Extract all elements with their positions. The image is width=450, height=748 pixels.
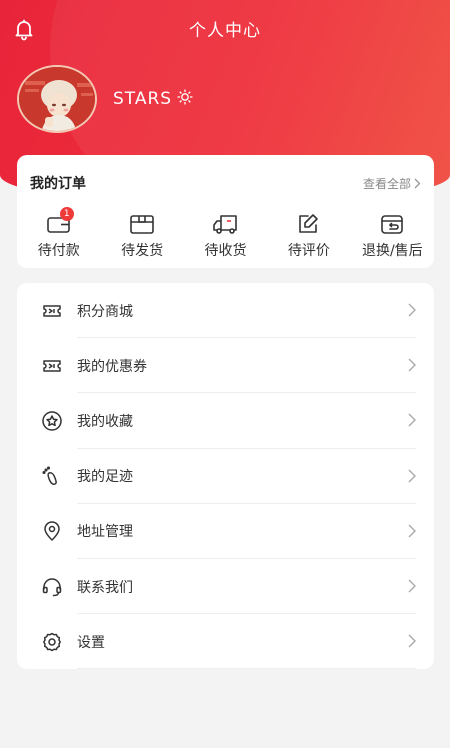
menu-label: 我的收藏 xyxy=(77,413,133,430)
chevron-right-icon xyxy=(408,358,416,372)
order-label: 退换/售后 xyxy=(361,243,423,259)
headset-icon xyxy=(41,576,63,598)
chevron-right-icon xyxy=(408,469,416,483)
order-label: 待发货 xyxy=(121,243,164,259)
ticket-icon xyxy=(41,300,63,322)
package-icon xyxy=(130,215,154,234)
page-title: 个人中心 xyxy=(189,20,261,41)
menu-label: 地址管理 xyxy=(77,524,133,541)
chevron-right-icon xyxy=(408,634,416,648)
order-status-row: 1 待付款 待发货 待收货 待评价 退换/售后 xyxy=(17,205,434,265)
chevron-right-icon xyxy=(414,178,421,188)
order-label: 待收货 xyxy=(204,243,247,259)
sun-icon xyxy=(176,88,194,111)
order-label: 待评价 xyxy=(287,243,330,259)
orders-header: 我的订单 查看全部 xyxy=(17,155,434,211)
order-pending-payment[interactable]: 1 待付款 xyxy=(17,205,100,265)
chevron-right-icon xyxy=(408,579,416,593)
top-bar: 个人中心 xyxy=(0,0,450,56)
menu-label: 联系我们 xyxy=(77,579,133,596)
bell-icon[interactable] xyxy=(12,17,36,41)
menu-item-my-favorites[interactable]: 我的收藏 xyxy=(17,393,434,449)
menu-label: 设置 xyxy=(77,634,105,651)
menu-item-my-footprints[interactable]: 我的足迹 xyxy=(17,449,434,504)
orders-title: 我的订单 xyxy=(30,176,86,192)
divider xyxy=(77,668,416,670)
menu-label: 我的优惠券 xyxy=(77,358,147,375)
order-pending-receipt[interactable]: 待收货 xyxy=(184,205,267,265)
order-pending-review[interactable]: 待评价 xyxy=(267,205,350,265)
star-icon xyxy=(41,410,63,432)
orders-card: 我的订单 查看全部 1 待付款 待发货 待收货 待评价 退换/售后 xyxy=(17,155,434,268)
coupon-icon xyxy=(41,355,63,377)
chevron-right-icon xyxy=(408,524,416,538)
username: STARS xyxy=(113,88,194,111)
menu-item-my-coupons[interactable]: 我的优惠券 xyxy=(17,338,434,394)
location-icon xyxy=(41,520,63,542)
menu-label: 积分商城 xyxy=(77,303,133,320)
menu-item-contact-us[interactable]: 联系我们 xyxy=(17,559,434,615)
avatar[interactable] xyxy=(17,65,97,133)
truck-icon xyxy=(212,215,237,234)
menu-card: 积分商城 我的优惠券 我的收藏 我的足迹 地址管理 联系我们 设置 xyxy=(17,283,434,670)
username-text: STARS xyxy=(113,89,173,109)
order-after-sales[interactable]: 退换/售后 xyxy=(351,205,434,265)
order-pending-shipment[interactable]: 待发货 xyxy=(100,205,183,265)
menu-item-settings[interactable]: 设置 xyxy=(17,614,434,670)
order-label: 待付款 xyxy=(37,243,80,259)
view-all-link[interactable]: 查看全部 xyxy=(363,175,421,192)
profile-section: STARS xyxy=(17,65,194,133)
return-icon xyxy=(381,215,404,234)
edit-icon xyxy=(299,214,318,233)
chevron-right-icon xyxy=(408,413,416,427)
footprint-icon xyxy=(41,465,63,487)
menu-item-address-management[interactable]: 地址管理 xyxy=(17,504,434,559)
pending-payment-badge: 1 xyxy=(59,207,74,221)
view-all-label: 查看全部 xyxy=(362,176,411,191)
gear-icon xyxy=(41,631,63,653)
chevron-right-icon xyxy=(408,303,416,317)
menu-item-points-mall[interactable]: 积分商城 xyxy=(17,283,434,339)
menu-label: 我的足迹 xyxy=(77,469,133,486)
